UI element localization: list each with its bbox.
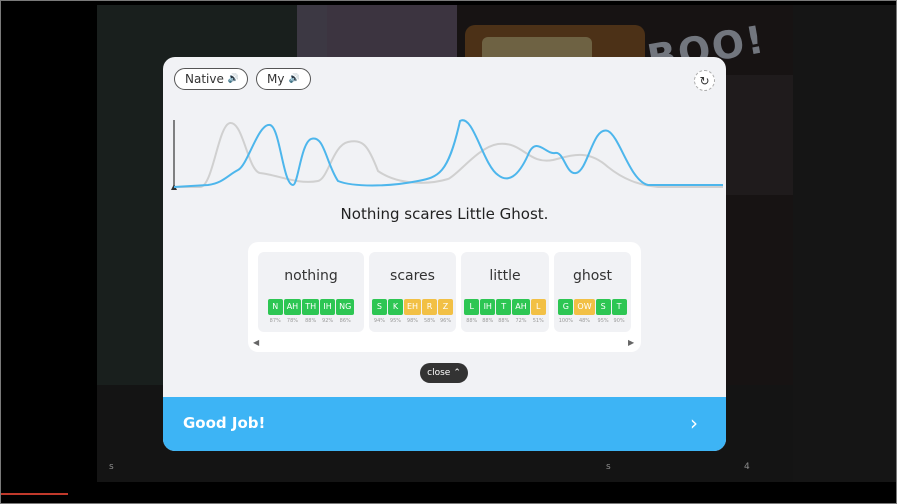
phoneme-badge: L: [464, 299, 480, 315]
result-footer-bar[interactable]: Good Job! ›: [163, 397, 726, 451]
phoneme-row: S 94% K 95% EH 98% R 58% Z 96%: [369, 299, 456, 324]
phoneme-score: 95%: [597, 318, 609, 324]
playback-progress: [0, 493, 68, 495]
bottom-mark: s: [606, 462, 611, 472]
pitch-waveform: [171, 119, 723, 190]
phoneme: IH 92%: [320, 299, 336, 324]
phoneme: S 95%: [595, 299, 611, 324]
phoneme: N 87%: [267, 299, 283, 324]
phoneme: EH 98%: [403, 299, 422, 324]
my-audio-label: My: [267, 72, 285, 86]
phoneme: AH 72%: [512, 299, 530, 324]
phoneme-badge: G: [558, 299, 574, 315]
phoneme-score: 88%: [305, 318, 317, 324]
phoneme: OW 48%: [574, 299, 595, 324]
phoneme-badge: OW: [574, 299, 595, 315]
phoneme-badge: EH: [403, 299, 422, 315]
phoneme-score: 100%: [558, 318, 574, 324]
phoneme: T 88%: [496, 299, 512, 324]
phoneme-badge: TH: [302, 299, 320, 315]
phoneme-badge: T: [611, 299, 627, 315]
target-sentence: Nothing scares Little Ghost.: [340, 205, 549, 223]
side-strip: [793, 5, 896, 482]
scroll-left-icon[interactable]: ◀: [253, 338, 259, 347]
phoneme-score: 51%: [532, 318, 544, 324]
phoneme-score: 86%: [339, 318, 351, 324]
phoneme-badge: Z: [438, 299, 454, 315]
phoneme-score: 88%: [498, 318, 510, 324]
phoneme-row: N 87% AH 78% TH 88% IH 92% NG 86%: [258, 299, 364, 324]
word-text: little: [489, 268, 521, 284]
bottom-mark: s: [109, 462, 114, 472]
refresh-icon: ↻: [699, 73, 710, 88]
phoneme-badge: AH: [512, 299, 530, 315]
native-audio-button[interactable]: Native 🔊: [174, 68, 248, 90]
close-button[interactable]: close ⌃: [420, 363, 468, 383]
phoneme: R 58%: [422, 299, 438, 324]
phoneme: K 95%: [387, 299, 403, 324]
bottom-mark: 4: [744, 462, 750, 472]
phoneme-badge: AH: [283, 299, 302, 315]
phoneme-badge: IH: [320, 299, 336, 315]
phoneme-score: 72%: [515, 318, 527, 324]
phoneme-score: 96%: [439, 318, 452, 324]
word-text: scares: [390, 268, 435, 284]
phoneme-score: 88%: [482, 318, 494, 324]
refresh-button[interactable]: ↻: [694, 70, 715, 91]
phoneme-score: 92%: [322, 318, 334, 324]
phoneme-score: 98%: [406, 318, 419, 324]
phoneme: Z 96%: [438, 299, 454, 324]
word-card[interactable]: ghost G 100% OW 48% S 95% T 90%: [554, 252, 631, 332]
phoneme-badge: S: [371, 299, 387, 315]
chevron-right-icon[interactable]: ›: [690, 411, 698, 435]
phoneme-score: 94%: [373, 318, 386, 324]
phoneme-badge: T: [496, 299, 512, 315]
phoneme-badge: S: [595, 299, 611, 315]
phoneme: TH 88%: [302, 299, 320, 324]
phoneme-score: 48%: [578, 318, 591, 324]
phoneme: L 88%: [464, 299, 480, 324]
speaker-icon: 🔊: [288, 74, 300, 84]
phoneme: AH 78%: [283, 299, 302, 324]
phoneme-badge: N: [267, 299, 283, 315]
phoneme-score: 95%: [389, 318, 402, 324]
close-label: close: [427, 368, 451, 378]
my-audio-button[interactable]: My 🔊: [256, 68, 311, 90]
phoneme-score: 58%: [423, 318, 436, 324]
chevron-up-icon: ⌃: [453, 368, 461, 378]
word-text: ghost: [572, 268, 613, 284]
phoneme: NG 86%: [336, 299, 355, 324]
native-audio-label: Native: [185, 72, 224, 86]
phoneme-score: 90%: [613, 318, 625, 324]
phoneme: T 90%: [611, 299, 627, 324]
word-card[interactable]: nothing N 87% AH 78% TH 88% IH 92% NG 86%: [258, 252, 364, 332]
word-card[interactable]: little L 88% IH 88% T 88% AH 72% L 51%: [461, 252, 549, 332]
pronunciation-result-dialog: Native 🔊 My 🔊 ↻ Nothing scares Little Gh…: [163, 57, 726, 451]
phoneme: L 51%: [530, 299, 546, 324]
phoneme-score: 87%: [269, 318, 281, 324]
phoneme-score: 78%: [286, 318, 299, 324]
phoneme-badge: K: [387, 299, 403, 315]
speaker-icon: 🔊: [227, 74, 240, 84]
phoneme-score: 88%: [466, 318, 478, 324]
phoneme: S 94%: [371, 299, 387, 324]
phoneme-row: G 100% OW 48% S 95% T 90%: [554, 299, 631, 324]
result-message: Good Job!: [183, 414, 266, 432]
phoneme-badge: R: [422, 299, 438, 315]
word-text: nothing: [284, 268, 338, 284]
phoneme-badge: IH: [480, 299, 496, 315]
word-card[interactable]: scares S 94% K 95% EH 98% R 58% Z 96%: [369, 252, 456, 332]
phoneme-badge: L: [530, 299, 546, 315]
my-waveform: [173, 119, 723, 188]
native-waveform: [174, 122, 723, 188]
phoneme-row: L 88% IH 88% T 88% AH 72% L 51%: [461, 299, 549, 324]
phoneme-badge: NG: [336, 299, 355, 315]
word-score-panel: nothing N 87% AH 78% TH 88% IH 92% NG 86% sca…: [248, 242, 641, 352]
scroll-right-icon[interactable]: ▶: [628, 338, 634, 347]
phoneme: G 100%: [558, 299, 574, 324]
phoneme: IH 88%: [480, 299, 496, 324]
